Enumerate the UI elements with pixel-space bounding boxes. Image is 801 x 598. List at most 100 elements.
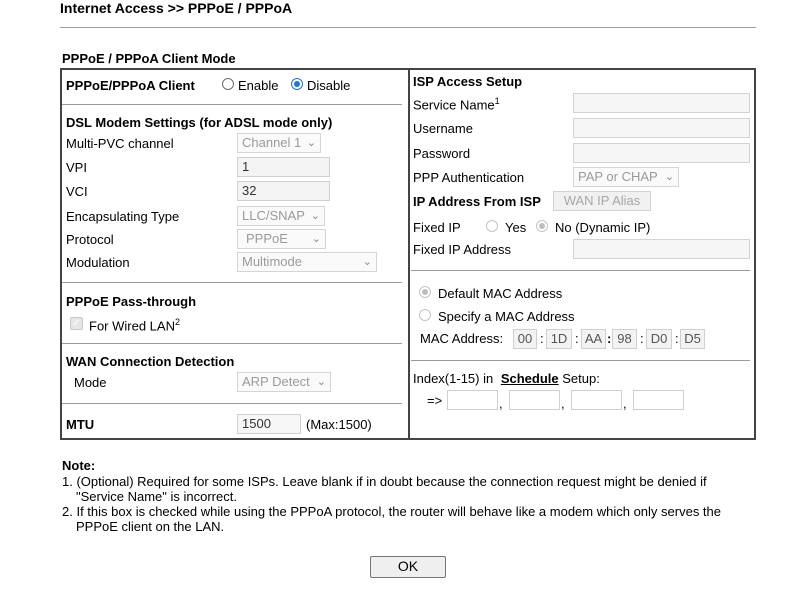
chevron-down-icon: ⌄	[311, 233, 321, 245]
fixed-ip-label: Fixed IP	[413, 220, 461, 235]
mtu-hint: (Max:1500)	[306, 417, 372, 432]
mac-separator: :	[540, 331, 544, 346]
mac-octet-input[interactable]: 98	[612, 329, 637, 349]
default-mac-label[interactable]: Default MAC Address	[438, 286, 562, 301]
vpi-input[interactable]: 1	[237, 157, 330, 177]
encap-label: Encapsulating Type	[66, 209, 180, 224]
schedule-index-input[interactable]	[571, 390, 622, 410]
fixed-ip-yes-radio[interactable]	[486, 220, 498, 232]
wan-detect-title: WAN Connection Detection	[66, 354, 235, 369]
encap-select[interactable]: LLC/SNAP ⌄	[237, 206, 325, 226]
password-input[interactable]	[573, 143, 750, 163]
mac-octet-input[interactable]: D0	[646, 329, 672, 349]
ppp-auth-select[interactable]: PAP or CHAP ⌄	[573, 167, 679, 187]
note-2: 2. If this box is checked while using th…	[62, 504, 722, 519]
schedule-separator: ,	[623, 396, 627, 411]
default-mac-radio[interactable]	[419, 286, 431, 298]
modulation-label: Modulation	[66, 255, 130, 270]
column-divider	[408, 68, 410, 440]
mac-separator: :	[640, 331, 644, 346]
modulation-select[interactable]: Multimode ⌄	[237, 252, 377, 272]
mtu-label: MTU	[66, 417, 95, 432]
note-1: 1. (Optional) Required for some ISPs. Le…	[62, 474, 707, 489]
client-enable-label[interactable]: Enable	[238, 78, 278, 93]
ppp-auth-value: PAP or CHAP	[578, 169, 658, 184]
schedule-index-input[interactable]	[509, 390, 560, 410]
schedule-separator: ,	[561, 396, 565, 411]
header-divider	[60, 27, 756, 28]
protocol-value: PPPoE	[246, 231, 288, 246]
mode-value: ARP Detect	[242, 374, 310, 389]
fixed-ip-address-input[interactable]	[573, 239, 750, 259]
breadcrumb: Internet Access >> PPPoE / PPPoA	[60, 0, 293, 16]
mode-label: Mode	[74, 375, 107, 390]
wired-lan-text: For Wired LAN	[89, 318, 175, 334]
isp-title: ISP Access Setup	[413, 74, 523, 89]
password-label: Password	[413, 146, 471, 161]
chevron-down-icon: ⌄	[664, 171, 674, 183]
mac-address-label: MAC Address:	[420, 331, 504, 346]
chevron-down-icon: ⌄	[316, 376, 326, 388]
notes: Note: 1. (Optional) Required for some IS…	[62, 458, 752, 534]
client-disable-radio[interactable]	[291, 78, 303, 90]
fixed-ip-address-label: Fixed IP Address	[413, 242, 512, 257]
service-name-label: Service Name1	[413, 96, 500, 112]
username-label: Username	[413, 121, 473, 136]
service-name-input[interactable]	[573, 93, 750, 113]
footnote-1: 1	[494, 96, 500, 106]
section-title: PPPoE / PPPoA Client Mode	[62, 51, 236, 66]
vci-label: VCI	[66, 184, 88, 199]
mac-separator: :	[607, 331, 612, 346]
note-1-cont: "Service Name" is incorrect.	[76, 489, 237, 504]
protocol-select[interactable]: PPPoE ⌄	[237, 229, 326, 249]
schedule-prefix: Index(1-15) in	[413, 371, 494, 386]
client-label: PPPoE/PPPoA Client	[66, 78, 195, 93]
schedule-suffix: Setup:	[562, 371, 600, 386]
fixed-ip-yes-label[interactable]: Yes	[505, 220, 526, 235]
wired-lan-label: For Wired LAN2	[89, 317, 180, 333]
username-input[interactable]	[573, 118, 750, 138]
multi-pvc-label: Multi-PVC channel	[66, 136, 174, 151]
mac-octet-input[interactable]: 00	[513, 329, 537, 349]
ppp-auth-label: PPP Authentication	[413, 170, 525, 185]
schedule-arrow: =>	[427, 393, 443, 408]
ip-from-isp-title: IP Address From ISP	[413, 194, 541, 209]
client-disable-label[interactable]: Disable	[307, 78, 350, 93]
multi-pvc-value: Channel 1	[242, 135, 302, 150]
fixed-ip-no-radio[interactable]	[536, 220, 548, 232]
multi-pvc-select[interactable]: Channel 1 ⌄	[237, 133, 321, 153]
chevron-down-icon: ⌄	[310, 210, 320, 222]
mtu-input[interactable]: 1500	[237, 414, 301, 434]
wired-lan-checkbox[interactable]: ✓	[70, 317, 83, 330]
mac-octet-input[interactable]: AA	[581, 329, 606, 349]
mac-separator: :	[675, 331, 679, 346]
row-divider	[62, 403, 402, 404]
vci-input[interactable]: 32	[237, 181, 330, 201]
schedule-link[interactable]: Schedule	[501, 371, 559, 386]
mac-octet-input[interactable]: D5	[680, 329, 705, 349]
schedule-index-input[interactable]	[447, 390, 498, 410]
row-divider	[62, 282, 402, 283]
schedule-line: Index(1-15) in Schedule Setup:	[413, 371, 600, 386]
row-divider	[62, 343, 402, 344]
encap-value: LLC/SNAP	[242, 208, 305, 223]
row-divider	[62, 104, 402, 105]
specify-mac-label[interactable]: Specify a MAC Address	[438, 309, 575, 324]
ok-button[interactable]: OK	[370, 556, 446, 578]
fixed-ip-no-label[interactable]: No (Dynamic IP)	[555, 220, 650, 235]
wan-ip-alias-button[interactable]: WAN IP Alias	[553, 191, 651, 211]
footnote-2: 2	[174, 317, 180, 327]
chevron-down-icon: ⌄	[306, 137, 316, 149]
vpi-label: VPI	[66, 160, 87, 175]
chevron-down-icon: ⌄	[362, 256, 372, 268]
mode-select[interactable]: ARP Detect ⌄	[237, 372, 331, 392]
service-name-text: Service Name	[413, 97, 495, 113]
row-divider	[411, 360, 750, 361]
modulation-value: Multimode	[242, 254, 302, 269]
client-enable-radio[interactable]	[222, 78, 234, 90]
notes-title: Note:	[62, 458, 96, 473]
specify-mac-radio[interactable]	[419, 309, 431, 321]
mac-octet-input[interactable]: 1D	[546, 329, 572, 349]
dsl-settings-title: DSL Modem Settings (for ADSL mode only)	[66, 115, 333, 130]
schedule-index-input[interactable]	[633, 390, 684, 410]
